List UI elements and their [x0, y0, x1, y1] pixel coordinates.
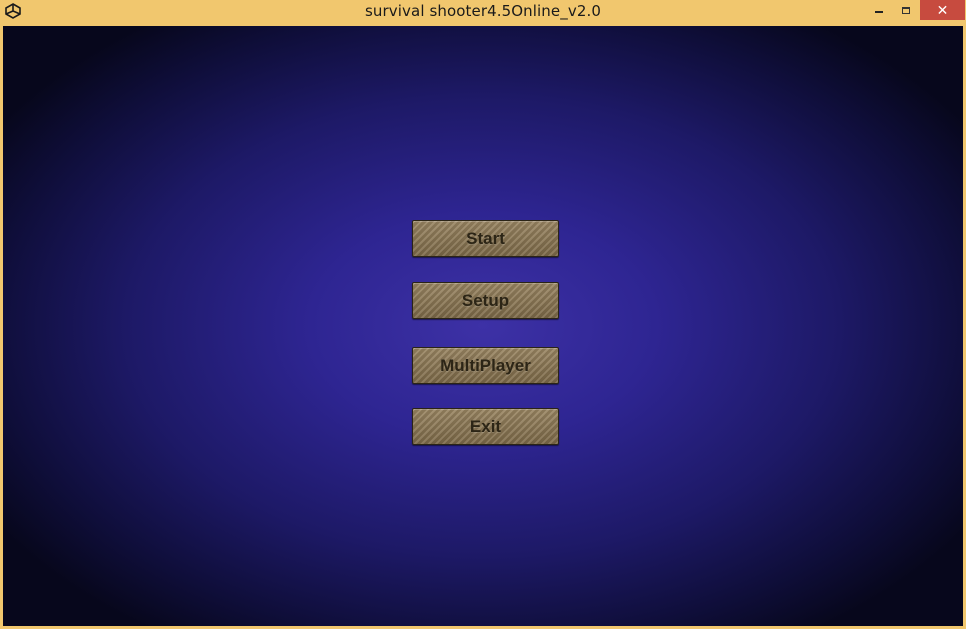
minimize-icon	[875, 11, 883, 13]
multiplayer-button-label: MultiPlayer	[440, 355, 531, 375]
multiplayer-button[interactable]: MultiPlayer	[412, 347, 559, 384]
setup-button[interactable]: Setup	[412, 282, 559, 319]
maximize-button[interactable]	[893, 0, 919, 20]
maximize-icon	[902, 6, 910, 14]
unity-logo-icon[interactable]	[5, 3, 21, 19]
start-button[interactable]: Start	[412, 220, 559, 257]
close-icon: ✕	[936, 1, 949, 18]
game-viewport: Start Setup MultiPlayer Exit	[3, 26, 963, 626]
title-bar[interactable]: survival shooter4.5Online_v2.0 ✕	[0, 0, 966, 26]
exit-button-label: Exit	[469, 416, 502, 436]
exit-button[interactable]: Exit	[412, 408, 559, 445]
start-button-label: Start	[466, 228, 505, 248]
game-window: survival shooter4.5Online_v2.0 ✕ Start S…	[0, 0, 966, 629]
minimize-button[interactable]	[866, 0, 892, 20]
setup-button-label: Setup	[461, 290, 510, 310]
close-button[interactable]: ✕	[920, 0, 965, 20]
window-title: survival shooter4.5Online_v2.0	[365, 2, 601, 20]
